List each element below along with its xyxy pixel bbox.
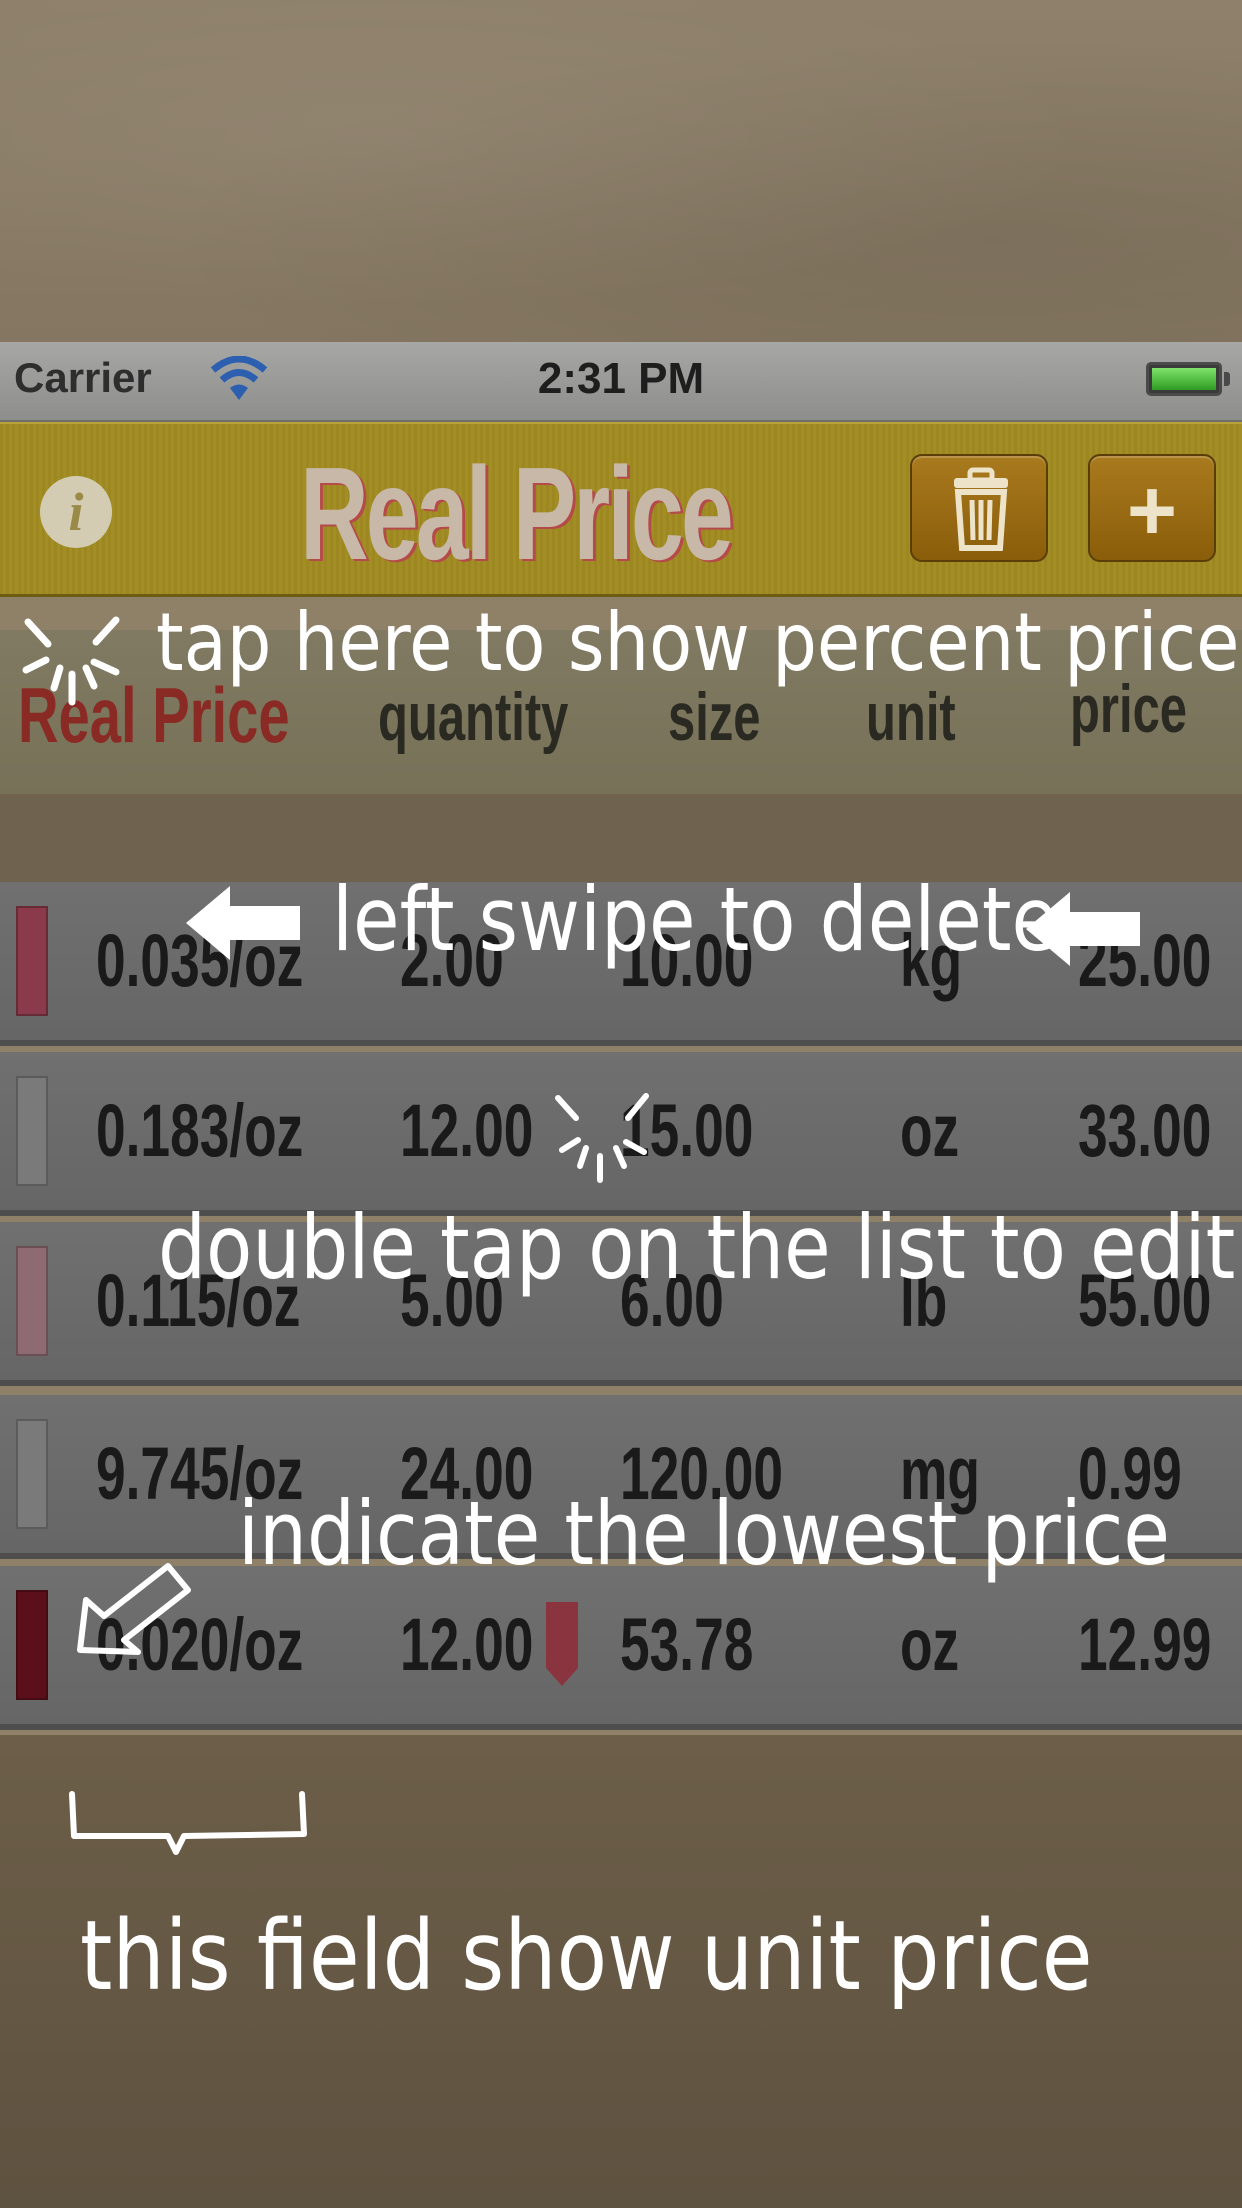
annotation-swipe: left swipe to delete <box>332 868 1059 971</box>
left-arrow-icon <box>186 886 300 960</box>
price: 12.99 <box>1078 1603 1212 1686</box>
header-unit: unit <box>866 679 956 755</box>
annotation-lowest-price: indicate the lowest price <box>238 1482 1170 1585</box>
paper-background-top <box>0 0 1242 342</box>
price-indicator <box>16 1246 48 1356</box>
double-tap-indicator-icon <box>555 1093 649 1183</box>
tap-indicator-icon <box>22 616 120 706</box>
annotation-unit-price-field: this field show unit price <box>80 1900 1093 2012</box>
battery-tip <box>1224 372 1230 386</box>
diagonal-arrow-icon <box>77 1563 191 1655</box>
app-title: Real Price <box>300 440 734 587</box>
unit-price: 0.183/oz <box>96 1089 304 1172</box>
price-indicator <box>16 906 48 1016</box>
plus-icon: + <box>1126 463 1178 559</box>
quantity: 12.00 <box>400 1089 534 1172</box>
info-button[interactable]: i <box>40 476 112 548</box>
quantity: 12.00 <box>400 1603 534 1686</box>
price-indicator <box>16 1419 48 1529</box>
price: 33.00 <box>1078 1089 1212 1172</box>
price-indicator <box>16 1076 48 1186</box>
status-bar: Carrier 2:31 PM <box>0 342 1242 422</box>
left-arrow-icon <box>1026 892 1140 966</box>
clock: 2:31 PM <box>537 354 705 403</box>
battery-icon <box>1146 362 1222 396</box>
price-indicator-lowest <box>16 1590 48 1700</box>
unit: oz <box>900 1603 960 1686</box>
header-size: size <box>668 679 761 755</box>
annotation-percent: tap here to show percent price <box>156 596 1240 689</box>
trash-button[interactable] <box>910 454 1048 562</box>
info-icon: i <box>68 482 84 542</box>
add-button[interactable]: + <box>1088 454 1216 562</box>
navigation-bar: i Real Price + <box>0 422 1242 597</box>
bracket-indicator-icon <box>69 1791 307 1855</box>
unit: oz <box>900 1089 960 1172</box>
size: 53.78 <box>620 1603 754 1686</box>
bookmark-marker-icon <box>546 1602 578 1686</box>
trash-icon <box>954 467 1008 551</box>
annotation-double-tap: double tap on the list to edit <box>158 1196 1236 1299</box>
header-quantity: quantity <box>378 679 569 755</box>
